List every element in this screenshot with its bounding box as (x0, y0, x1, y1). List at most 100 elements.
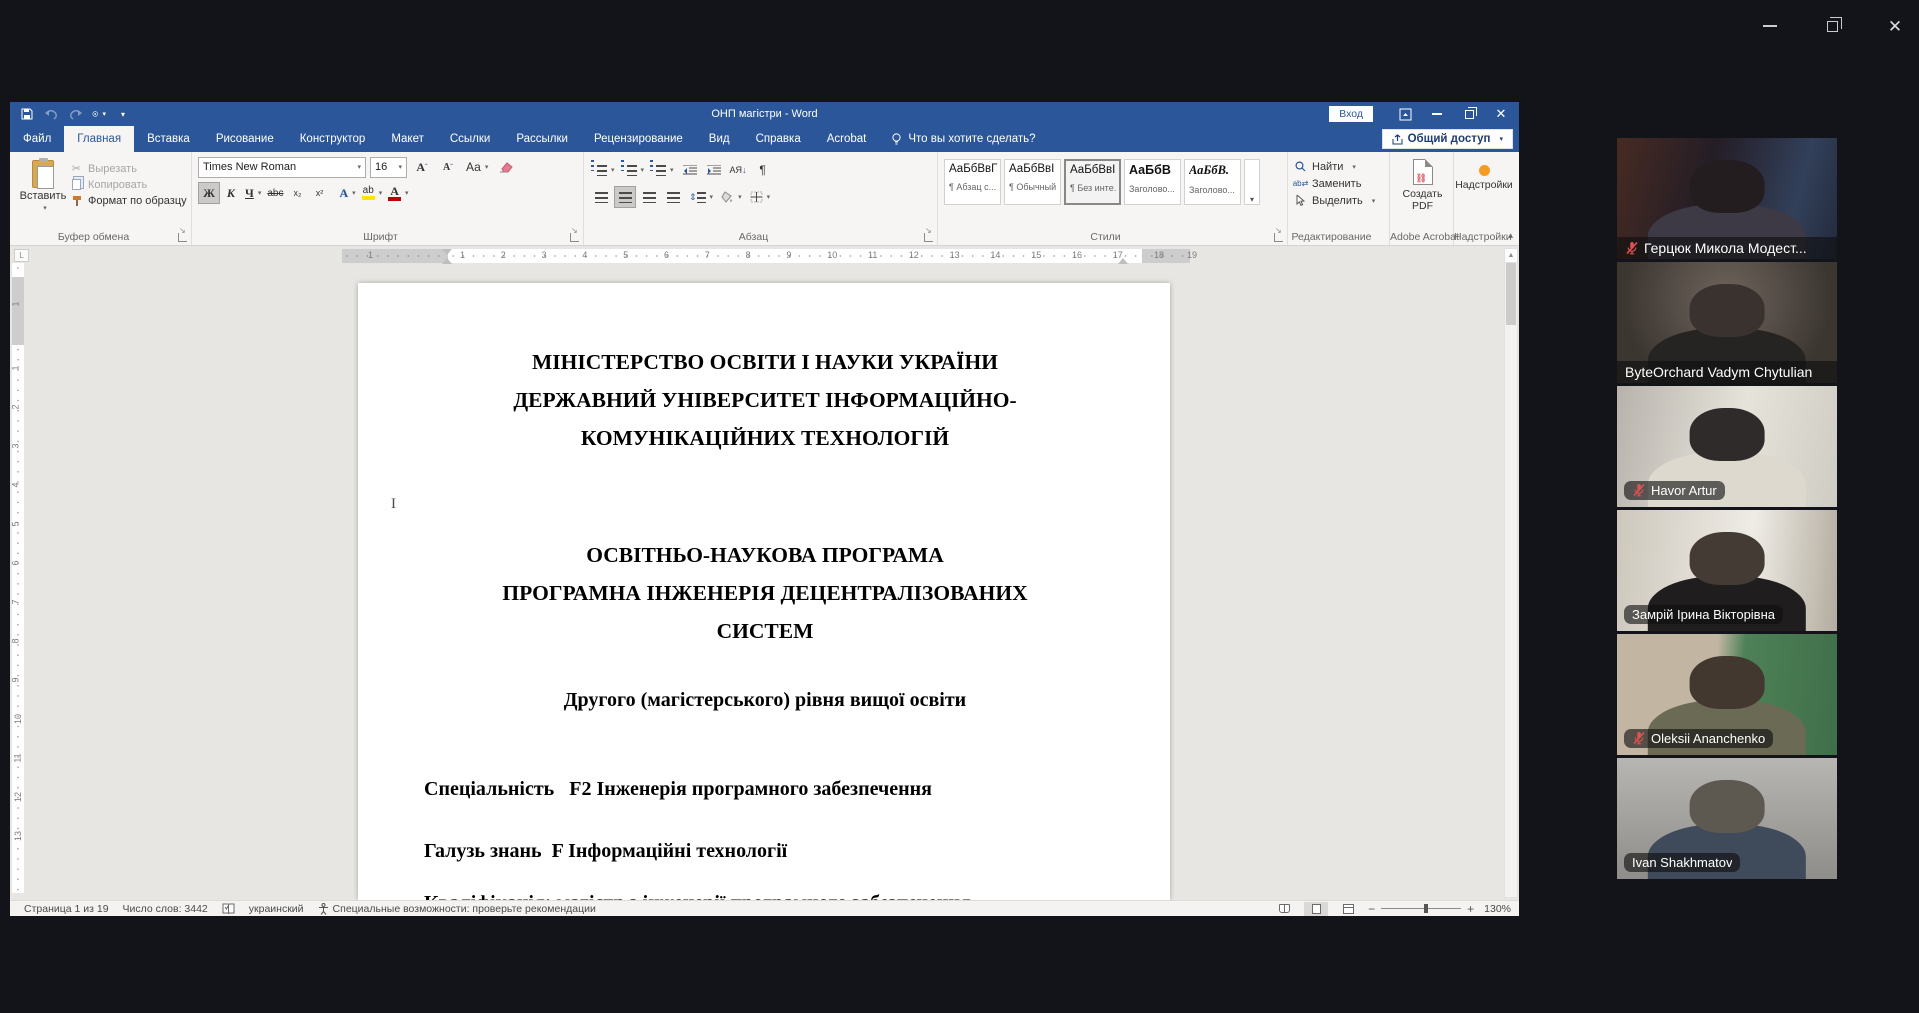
font-family-combo[interactable]: Times New Roman▾ (198, 157, 366, 178)
collapse-ribbon-icon[interactable]: ▴ (1508, 230, 1513, 241)
line-spacing-button[interactable]: ⇕▾ (686, 186, 716, 208)
style-card[interactable]: АаБбВвІ¶ Без инте... (1064, 159, 1121, 205)
horizontal-ruler[interactable]: 112345678910111213141516171819 (342, 249, 1190, 263)
tab-вид[interactable]: Вид (696, 126, 743, 152)
tab-файл[interactable]: Файл (10, 126, 64, 152)
paragraph-dialog-launcher[interactable] (924, 233, 933, 242)
redo-icon[interactable] (68, 107, 82, 121)
participant-video-tile[interactable]: ByteOrchard Vadym Chytulian (1617, 262, 1837, 383)
show-marks-button[interactable]: ¶ (752, 159, 774, 181)
style-card[interactable]: АаБбВ.Заголово... (1184, 159, 1241, 205)
text-effects-button[interactable]: А▾ (336, 182, 358, 204)
tab-рецензирование[interactable]: Рецензирование (581, 126, 696, 152)
word-minimize-icon[interactable] (1423, 104, 1451, 124)
page-indicator[interactable]: Страница 1 из 19 (24, 903, 109, 915)
format-painter-button[interactable]: Формат по образцу (70, 194, 187, 207)
participant-video-tile[interactable]: Havor Artur (1617, 386, 1837, 507)
language-indicator[interactable]: украинский (249, 903, 304, 915)
participant-video-tile[interactable]: Ivan Shakhmatov (1617, 758, 1837, 879)
participant-video-tile[interactable]: Oleksii Ananchenko (1617, 634, 1837, 755)
save-icon[interactable] (20, 107, 34, 121)
word-close-icon[interactable]: ✕ (1487, 104, 1515, 124)
tab-главная[interactable]: Главная (64, 126, 134, 152)
tab-acrobat[interactable]: Acrobat (814, 126, 880, 152)
print-layout-button[interactable] (1304, 902, 1328, 916)
styles-dialog-launcher[interactable] (1274, 233, 1283, 242)
scrollbar-thumb[interactable] (1506, 263, 1516, 325)
touch-mode-icon[interactable]: ▾ (92, 107, 106, 121)
select-button[interactable]: Выделить▾ (1294, 194, 1385, 207)
tell-me-box[interactable]: Что вы хотите сделать? (879, 126, 1047, 152)
minimize-window-icon[interactable] (1755, 15, 1785, 37)
numbering-button[interactable]: ▾ (620, 159, 648, 181)
zoom-thumb[interactable] (1424, 904, 1428, 913)
zoom-level[interactable]: 130% (1484, 903, 1511, 915)
scroll-up-icon[interactable]: ▲ (1505, 249, 1517, 263)
justify-button[interactable] (662, 186, 684, 208)
font-size-combo[interactable]: 16▾ (370, 157, 407, 178)
vertical-scrollbar[interactable]: ▲ (1504, 248, 1518, 898)
accessibility-status[interactable]: Специальные возможности: проверьте реком… (318, 903, 596, 915)
strikethrough-button[interactable]: abc (264, 182, 286, 204)
style-card[interactable]: АаБбВвІ¶ Обычный (1004, 159, 1061, 205)
replace-button[interactable]: ab⇄ Заменить (1294, 177, 1385, 190)
superscript-button[interactable]: x² (308, 182, 330, 204)
tab-макет[interactable]: Макет (378, 126, 437, 152)
grow-font-button[interactable]: Аˆ (411, 156, 433, 178)
word-count[interactable]: Число слов: 3442 (123, 903, 208, 915)
align-center-button[interactable] (614, 186, 636, 208)
word-restore-icon[interactable] (1455, 104, 1483, 124)
zoom-out-icon[interactable]: − (1368, 902, 1375, 916)
underline-button[interactable]: Ч▾ (242, 182, 264, 204)
copy-button[interactable]: Копировать (70, 178, 187, 191)
paste-button[interactable]: Вставить ▾ (16, 156, 70, 229)
customize-qat-icon[interactable]: ▾ (116, 107, 130, 121)
tab-ссылки[interactable]: Ссылки (437, 126, 504, 152)
style-card[interactable]: АаБбВвГг,¶ Абзац с... (944, 159, 1001, 205)
ribbon-display-options-icon[interactable] (1391, 104, 1419, 124)
multilevel-list-button[interactable]: ▾ (649, 159, 677, 181)
share-button[interactable]: Общий доступ ▾ (1382, 129, 1513, 149)
participant-video-tile[interactable]: Герцюк Микола Модест... (1617, 138, 1837, 259)
hanging-indent-marker[interactable] (442, 258, 452, 264)
align-right-button[interactable] (638, 186, 660, 208)
zoom-in-icon[interactable]: + (1467, 902, 1474, 916)
shrink-font-button[interactable]: Аˇ (437, 156, 459, 178)
style-card[interactable]: АаБбВЗаголово... (1124, 159, 1181, 205)
find-button[interactable]: Найти▾ (1294, 160, 1385, 173)
tab-вставка[interactable]: Вставка (134, 126, 203, 152)
tab-конструктор[interactable]: Конструктор (287, 126, 379, 152)
borders-button[interactable]: ▾ (747, 186, 774, 208)
cut-button[interactable]: ✂ Вырезать (70, 162, 187, 175)
vertical-ruler[interactable]: 112345678910111213 (12, 263, 24, 893)
participant-video-tile[interactable]: Замрій Ірина Вікторівна (1617, 510, 1837, 631)
sort-button[interactable]: АЯ↓ (727, 159, 750, 181)
bullets-button[interactable]: ▾ (590, 159, 618, 181)
close-window-icon[interactable]: ✕ (1880, 15, 1910, 37)
increase-indent-button[interactable] (703, 159, 725, 181)
sign-in-button[interactable]: Вход (1329, 106, 1373, 122)
read-mode-button[interactable] (1272, 902, 1296, 916)
tab-рассылки[interactable]: Рассылки (503, 126, 581, 152)
tab-selector-box[interactable]: L (14, 249, 29, 262)
clear-formatting-button[interactable] (495, 156, 517, 178)
highlight-color-button[interactable]: ab▾ (359, 182, 386, 204)
zoom-slider[interactable]: − + (1368, 902, 1474, 916)
clipboard-dialog-launcher[interactable] (178, 233, 187, 242)
font-color-button[interactable]: А▾ (385, 182, 411, 204)
change-case-button[interactable]: Аа▾ (463, 156, 491, 178)
decrease-indent-button[interactable] (679, 159, 701, 181)
create-pdf-button[interactable]: Создать PDF (1396, 156, 1449, 212)
restore-window-icon[interactable] (1818, 15, 1848, 37)
tab-рисование[interactable]: Рисование (203, 126, 287, 152)
document-page[interactable]: МІНІСТЕРСТВО ОСВІТИ І НАУКИ УКРАЇНИДЕРЖА… (358, 283, 1170, 900)
bold-button[interactable]: Ж (198, 182, 220, 204)
web-layout-button[interactable] (1336, 902, 1360, 916)
shading-button[interactable]: ▾ (718, 186, 745, 208)
styles-gallery-more-button[interactable]: ▾ (1244, 159, 1260, 205)
proofing-icon[interactable] (222, 903, 235, 915)
undo-icon[interactable] (44, 107, 58, 121)
tab-справка[interactable]: Справка (743, 126, 814, 152)
subscript-button[interactable]: x₂ (286, 182, 308, 204)
italic-button[interactable]: К (220, 182, 242, 204)
